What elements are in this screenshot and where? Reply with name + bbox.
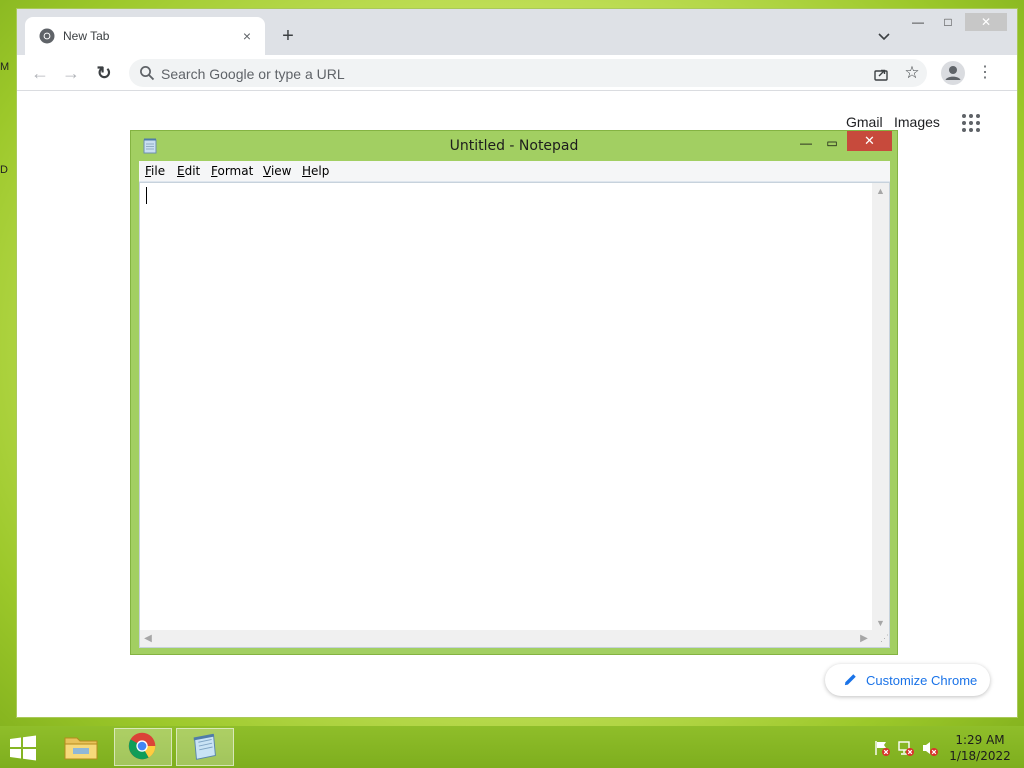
notepad-minimize-button[interactable]: —	[795, 134, 817, 152]
taskbar: 1:29 AM 1/18/2022	[0, 726, 1024, 768]
gmail-link[interactable]: Gmail	[846, 114, 883, 130]
tab-new-tab[interactable]: New Tab ×	[25, 17, 265, 55]
browser-toolbar: ← → ↻ Search Google or type a URL ☆ ⋮	[17, 55, 1017, 91]
notepad-maximize-button[interactable]: ▭	[821, 134, 843, 152]
omnibox-placeholder: Search Google or type a URL	[161, 66, 345, 82]
desktop-icon-label-fragment[interactable]: D	[0, 163, 12, 177]
forward-button[interactable]: →	[58, 60, 84, 86]
folder-icon	[64, 737, 98, 760]
menu-file[interactable]: File	[145, 164, 165, 178]
customize-chrome-label: Customize Chrome	[866, 673, 978, 688]
taskbar-notepad[interactable]	[176, 728, 234, 766]
pencil-icon	[844, 674, 856, 686]
google-apps-grid-icon[interactable]	[961, 113, 981, 133]
omnibox[interactable]: Search Google or type a URL ☆	[129, 59, 927, 87]
scroll-right-arrow-icon[interactable]: ▶	[856, 630, 872, 647]
notepad-title: Untitled - Notepad	[449, 138, 579, 154]
scroll-up-arrow-icon[interactable]: ▲	[872, 183, 889, 199]
scroll-left-arrow-icon[interactable]: ◀	[140, 630, 156, 647]
bookmark-star-icon[interactable]: ☆	[902, 63, 922, 83]
new-tab-button[interactable]: +	[275, 24, 301, 50]
chrome-favicon-icon	[39, 28, 55, 44]
resize-grip-icon[interactable]: ⋰	[872, 630, 889, 647]
chrome-menu-button[interactable]: ⋮	[975, 61, 995, 85]
notepad-menubar: File Edit Format View Help	[139, 161, 890, 182]
vertical-scrollbar[interactable]: ▲ ▼	[872, 183, 889, 631]
share-icon[interactable]	[872, 65, 890, 83]
menu-edit[interactable]: Edit	[177, 164, 200, 178]
tab-close-icon[interactable]: ×	[237, 26, 257, 46]
back-button[interactable]: ←	[27, 60, 53, 86]
tab-strip: New Tab × + — □ ✕	[17, 9, 1017, 55]
scroll-down-arrow-icon[interactable]: ▼	[872, 615, 889, 631]
menu-view[interactable]: View	[263, 164, 291, 178]
reload-button[interactable]: ↻	[91, 60, 117, 86]
profile-avatar-button[interactable]	[941, 61, 965, 85]
clock-time: 1:29 AM	[955, 733, 1005, 747]
chrome-logo-icon	[128, 732, 156, 760]
desktop-icon-label-fragment[interactable]: M	[0, 60, 12, 74]
notepad-window: Untitled - Notepad — ▭ ✕ File Edit Forma…	[130, 130, 898, 655]
chrome-minimize-button[interactable]: —	[907, 13, 929, 31]
search-icon	[140, 66, 155, 81]
tab-search-chevron-icon[interactable]	[873, 25, 895, 47]
text-caret	[146, 187, 147, 204]
person-icon	[945, 66, 961, 80]
chrome-close-button[interactable]: ✕	[965, 13, 1007, 31]
menu-help[interactable]: Help	[302, 164, 329, 178]
notepad-text-area[interactable]: ▲ ▼ ◀ ▶ ⋰	[139, 182, 890, 648]
system-clock[interactable]: 1:29 AM 1/18/2022	[948, 732, 1012, 764]
notepad-taskbar-icon	[193, 733, 216, 760]
clock-date: 1/18/2022	[949, 749, 1011, 763]
chrome-maximize-button[interactable]: □	[937, 13, 959, 31]
menu-format[interactable]: Format	[211, 164, 253, 178]
images-link[interactable]: Images	[894, 114, 940, 130]
action-center-flag-icon[interactable]	[873, 739, 891, 757]
taskbar-file-explorer[interactable]	[52, 728, 110, 766]
tab-title: New Tab	[63, 29, 110, 43]
network-icon[interactable]	[897, 739, 915, 757]
customize-chrome-button[interactable]: Customize Chrome	[825, 664, 990, 696]
horizontal-scrollbar[interactable]: ◀ ▶	[140, 630, 872, 647]
windows-start-icon[interactable]	[6, 734, 40, 762]
volume-muted-icon[interactable]	[921, 739, 939, 757]
notepad-close-button[interactable]: ✕	[847, 131, 892, 151]
taskbar-chrome[interactable]	[114, 728, 172, 766]
